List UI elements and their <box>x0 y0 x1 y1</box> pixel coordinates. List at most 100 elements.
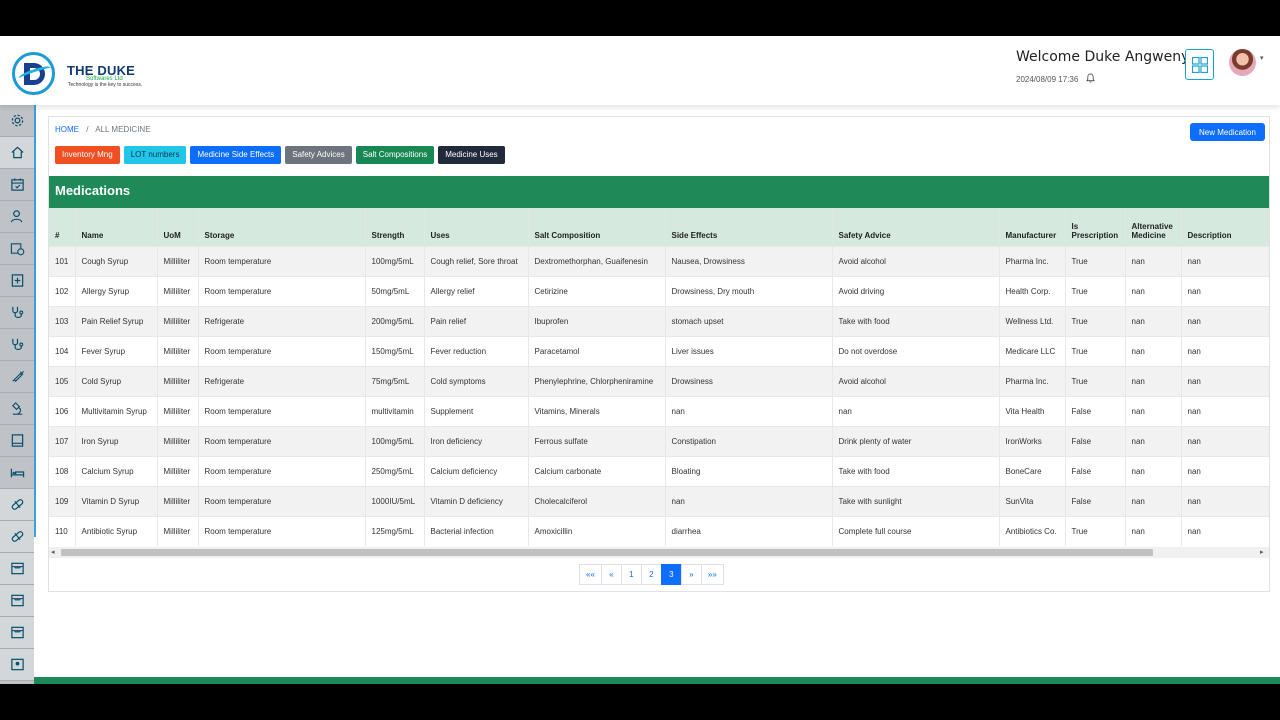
new-medication-button[interactable]: New Medication <box>1190 123 1265 141</box>
plus-square-icon <box>11 274 23 287</box>
logo-icon[interactable] <box>12 52 55 95</box>
sidebar-item-lab[interactable] <box>0 393 34 425</box>
sidebar-item-medicine[interactable] <box>0 489 34 521</box>
table-row[interactable]: 110 Antibiotic Syrup Milliliter Room temper… <box>49 515 1269 546</box>
page-3-button[interactable]: 3 <box>660 564 682 585</box>
sidebar-item-settings[interactable] <box>0 105 34 137</box>
chevron-down-icon[interactable]: ▾ <box>1260 54 1264 62</box>
sidebar-item-add[interactable] <box>0 265 34 297</box>
column-header[interactable]: Description <box>1181 208 1269 246</box>
table-cell: Room temperature <box>198 245 366 276</box>
syringe-icon <box>11 370 24 382</box>
table-cell: Pharma Inc. <box>999 365 1066 396</box>
table-row[interactable]: 102 Allergy Syrup Milliliter Room temperatu… <box>49 275 1269 306</box>
table-cell: True <box>1065 275 1126 306</box>
salt-compositions-button[interactable]: Salt Compositions <box>355 146 435 164</box>
sidebar-item-wards[interactable] <box>0 457 34 489</box>
table-cell: Drink plenty of water <box>832 425 1000 456</box>
lot-numbers-button[interactable]: LOT numbers <box>123 146 187 164</box>
sidebar-item-id[interactable] <box>0 649 34 681</box>
scroll-right-arrow-icon[interactable]: ▸ <box>1260 548 1264 556</box>
scroll-left-arrow-icon[interactable]: ◂ <box>51 548 55 556</box>
column-header[interactable]: Is Prescription <box>1065 208 1126 246</box>
column-header[interactable]: Safety Advice <box>832 208 1000 246</box>
table-cell: Take with sunlight <box>832 485 1000 516</box>
page-last-button[interactable]: »» <box>700 564 724 585</box>
table-cell: Avoid driving <box>832 275 1000 306</box>
user-icon <box>10 210 22 223</box>
category-buttons: Inventory Mng LOT numbers Medicine Side … <box>55 146 505 164</box>
table-row[interactable]: 109 Vitamin D Syrup Milliliter Room tempera… <box>49 485 1269 516</box>
app-window: THE DUKE Softwares Ltd Technology is the… <box>0 36 1280 684</box>
sidebar-item-appointments[interactable] <box>0 233 34 265</box>
column-header[interactable]: Alternative Medicine <box>1125 208 1182 246</box>
gear-icon <box>11 114 23 127</box>
column-header[interactable]: Strength <box>365 208 425 246</box>
sidebar-item-records[interactable] <box>0 425 34 457</box>
sidebar-item-calendar[interactable] <box>0 169 34 201</box>
windows-button[interactable] <box>1185 49 1214 80</box>
table-row[interactable]: 104 Fever Syrup Milliliter Room temperature… <box>49 335 1269 366</box>
column-header[interactable]: UoM <box>157 208 199 246</box>
bell-icon[interactable] <box>1086 73 1095 83</box>
sidebar-item-doctors[interactable] <box>0 297 34 329</box>
brand-tagline: Technology is the key to success. <box>68 82 143 88</box>
horizontal-scrollbar[interactable]: ◂ ▸ <box>49 547 1269 558</box>
sidebar-item-home[interactable] <box>0 137 34 169</box>
breadcrumb-current: ALL MEDICINE <box>95 125 151 134</box>
scrollbar-thumb[interactable] <box>61 549 1153 556</box>
page-1-button[interactable]: 1 <box>620 564 642 585</box>
table-row[interactable]: 107 Iron Syrup Milliliter Room temperature 1… <box>49 425 1269 456</box>
table-cell: Dextromethorphan, Guaifenesin <box>528 245 666 276</box>
column-header[interactable]: Name <box>75 208 158 246</box>
table-cell: nan <box>1181 425 1269 456</box>
page-2-button[interactable]: 2 <box>640 564 662 585</box>
table-row[interactable]: 101 Cough Syrup Milliliter Room temperature… <box>49 245 1269 276</box>
sidebar-item-store-3[interactable] <box>0 617 34 649</box>
sidebar-item-pharmacy[interactable] <box>0 521 34 553</box>
page-next-button[interactable]: » <box>680 564 702 585</box>
sidebar-item-nurses[interactable] <box>0 329 34 361</box>
table-cell: 104 <box>49 335 76 366</box>
column-header[interactable]: Salt Composition <box>528 208 666 246</box>
medications-table-container[interactable]: # Name UoM Storage Strength Uses Salt Composit… <box>49 208 1269 547</box>
sidebar-item-users[interactable] <box>0 201 34 233</box>
table-row[interactable]: 103 Pain Relief Syrup Milliliter Refrigerat… <box>49 305 1269 336</box>
safety-advices-button[interactable]: Safety Advices <box>285 146 352 164</box>
column-header[interactable]: Side Effects <box>665 208 833 246</box>
avatar[interactable] <box>1229 49 1256 76</box>
table-cell: nan <box>1181 305 1269 336</box>
table-cell: Medicare LLC <box>999 335 1066 366</box>
table-cell: Pain Relief Syrup <box>75 305 158 336</box>
table-cell: nan <box>1181 245 1269 276</box>
table-cell: Calcium carbonate <box>528 455 666 486</box>
table-cell: 100mg/5mL <box>365 245 425 276</box>
sidebar-item-store-2[interactable] <box>0 585 34 617</box>
column-header[interactable]: # <box>49 208 76 246</box>
table-cell: nan <box>1125 305 1182 336</box>
inventory-mng-button[interactable]: Inventory Mng <box>55 146 120 164</box>
table-cell: 110 <box>49 515 76 546</box>
table-row[interactable]: 108 Calcium Syrup Milliliter Room temperatu… <box>49 455 1269 486</box>
column-header[interactable]: Uses <box>424 208 529 246</box>
table-row[interactable]: 105 Cold Syrup Milliliter Refrigerate 75mg/5… <box>49 365 1269 396</box>
microscope-icon <box>11 402 22 415</box>
column-header[interactable]: Manufacturer <box>999 208 1066 246</box>
table-cell: Vitamins, Minerals <box>528 395 666 426</box>
table-cell: True <box>1065 245 1126 276</box>
page-prev-button[interactable]: « <box>600 564 622 585</box>
column-header[interactable]: Storage <box>198 208 366 246</box>
page-first-button[interactable]: «« <box>579 564 602 585</box>
sidebar-item-store-1[interactable] <box>0 553 34 585</box>
sidebar-item-vaccines[interactable] <box>0 361 34 393</box>
panel-title: Medications <box>49 176 1269 208</box>
side-effects-button[interactable]: Medicine Side Effects <box>190 146 282 164</box>
table-row[interactable]: 106 Multivitamin Syrup Milliliter Room temp… <box>49 395 1269 426</box>
table-cell: nan <box>1181 335 1269 366</box>
table-cell: Milliliter <box>157 425 199 456</box>
table-header-row: # Name UoM Storage Strength Uses Salt Composit… <box>49 208 1269 246</box>
calendar-icon <box>10 178 24 191</box>
table-cell: Calcium deficiency <box>424 455 529 486</box>
breadcrumb-home-link[interactable]: HOME <box>55 125 79 134</box>
medicine-uses-button[interactable]: Medicine Uses <box>438 146 505 164</box>
